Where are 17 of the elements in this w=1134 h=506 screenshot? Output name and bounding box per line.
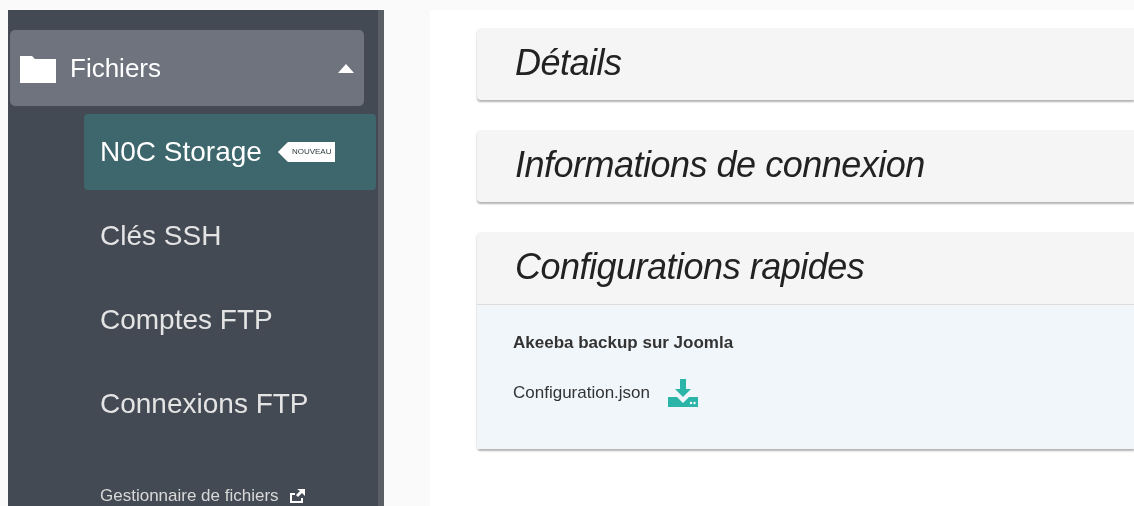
file-name: Configuration.json xyxy=(513,383,651,403)
new-badge: NOUVEAU xyxy=(277,142,336,162)
sidebar-item[interactable]: Connexions FTP xyxy=(84,366,376,442)
group-label: Fichiers xyxy=(70,52,162,84)
caret-up-icon xyxy=(338,63,354,73)
panel-title: Informations de connexion xyxy=(514,143,926,187)
download-icon[interactable] xyxy=(668,379,699,407)
sidebar-item[interactable]: Comptes FTP xyxy=(84,282,376,358)
panel-title: Configurations rapides xyxy=(514,245,866,289)
panel-title: Détails xyxy=(514,41,623,85)
sidebar-group-header[interactable]: Fichiers xyxy=(10,30,364,106)
sidebar-link[interactable]: Gestionnaire de fichiers xyxy=(84,486,376,506)
sidebar-item[interactable]: Clés SSH xyxy=(84,198,376,274)
external-link-icon xyxy=(288,489,305,503)
folder-icon xyxy=(20,53,56,83)
config-heading: Akeeba backup sur Joomla xyxy=(513,333,735,353)
sidebar-item[interactable]: N0C Storage NOUVEAU xyxy=(84,114,376,190)
